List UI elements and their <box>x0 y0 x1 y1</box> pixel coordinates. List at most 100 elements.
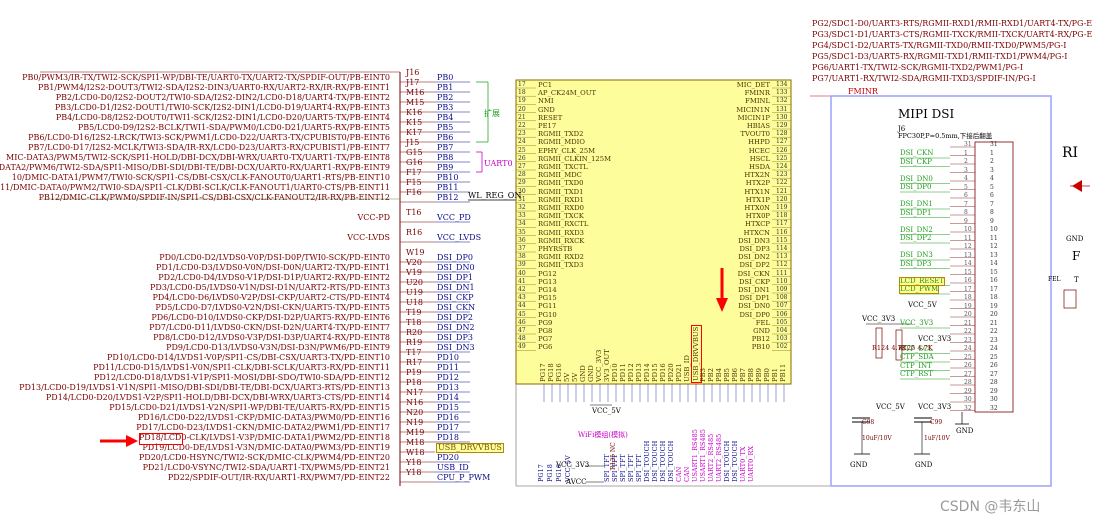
fpc-net-label: CTP_SDA <box>900 353 934 361</box>
module-pin-name: HTX1N <box>744 187 770 196</box>
schematic-canvas: PB0/PWM3/IR-TX/TWI2-SCK/SPI1-WP/DBI-TE/U… <box>0 0 1100 526</box>
fpc-pin-number-left: 1 <box>964 149 968 157</box>
net-label-pb8: PB8 <box>437 153 454 162</box>
r124-body <box>875 327 883 359</box>
module-bottom-pin-name: PD20 <box>667 363 675 382</box>
mcu-pin-function-label: VCC-LVDS <box>347 233 390 242</box>
mcu-pin-function-label: PD1/LCD0-D3/LVDS0-V0N/DSI-D0N/UART2-TX/P… <box>156 263 390 272</box>
left-callout-arrow-head <box>126 435 138 447</box>
fpc-pin-number: 15 <box>990 268 998 276</box>
module-pin-number: 106 <box>776 310 788 318</box>
module-pin-name: PG14 <box>538 286 557 294</box>
net-label-dsi-ckp: DSI_CKP <box>437 293 474 302</box>
mcu-pin-function-label: PD3/LCD0-D5/LVDS0-V1N/DSI-D1N/UART2-RTS/… <box>150 283 390 292</box>
module-bottom-pin-name: GND <box>587 365 595 382</box>
fpc-pin-number-left: 9 <box>964 217 968 225</box>
fpc-pin-number: 18 <box>990 294 998 301</box>
fpc-pin-number: 27 <box>990 370 998 378</box>
net-label-pb6: PB6 <box>437 133 454 142</box>
fpc-net-label: CTP_INT <box>900 361 932 370</box>
module-bottom-pin-name: PB8 <box>747 368 755 382</box>
module-bottom-pin-name: USB_ID <box>683 355 691 382</box>
net-label-pd13: PD13 <box>437 383 459 392</box>
fpc-net-label: LCD_RESET <box>898 276 946 286</box>
module-pin-name: HTXCP <box>745 220 770 229</box>
mcu-ball-number: Y18 <box>406 458 422 467</box>
fpc-pin-number-left: 27 <box>964 370 972 378</box>
avcc-label: AVCC <box>566 478 587 486</box>
module-pin-number: 112 <box>776 261 788 269</box>
module-bottom-pin-name: PB7 <box>739 368 747 382</box>
module-pin-number: 123 <box>776 171 788 179</box>
module-net-label: DSI_TOUCH <box>723 440 731 482</box>
module-pin-number: 36 <box>518 236 526 244</box>
fpc-net-label: DSI_DN2 <box>900 225 933 234</box>
module-pin-number: 31 <box>518 195 526 203</box>
fpc-pin-number-left: 5 <box>964 183 968 191</box>
fpc-pin-number-left: 24 <box>964 345 972 352</box>
mcu-pin-function-label: PD17/LCD0-D23/LVDS1-CKN/DMIC-DATA2/PWM1/… <box>136 423 390 432</box>
mipi-dsi-title: MIPI DSI <box>898 107 955 121</box>
module-bottom-pin-name: PB11 <box>779 363 787 382</box>
fpc-pin-number: 24 <box>990 345 998 352</box>
module-pin-name: RGMII_MDIO <box>538 138 585 147</box>
module-pin-name: HTXCN <box>743 228 770 237</box>
mcu-ball-number: M16 <box>406 88 425 97</box>
module-pin-number: 108 <box>776 294 788 302</box>
mcu-ball-number: K15 <box>406 118 423 127</box>
fpc-net-label: DSI_DN0 <box>900 174 933 183</box>
vcc-5v-label: VCC_5V <box>592 407 621 415</box>
module-pin-name: RGMII_RXD0 <box>538 204 585 212</box>
fpc-pin-number: 2 <box>990 158 994 165</box>
mcu-ball-number: T18 <box>406 318 422 327</box>
module-pin-number: 30 <box>518 187 526 195</box>
c98-gnd: GND <box>850 461 868 469</box>
module-pin-name: HTX0P <box>745 212 770 221</box>
module-pin-name: RGMII_TXCK <box>538 212 584 221</box>
c98-value: 10uF/10V <box>862 435 892 442</box>
module-pin-number: 17 <box>518 81 526 88</box>
module-pin-number: 41 <box>518 277 526 285</box>
fpc-pin-number: 30 <box>990 396 998 403</box>
module-pin-name: GND <box>753 327 770 335</box>
cap-vcc5v-label: VCC_5V <box>876 403 905 411</box>
fpc-pin-number-left: 29 <box>964 387 972 395</box>
module-bottom-pin-name: PD10 <box>611 363 619 382</box>
module-bottom-pin-name: PD15 <box>651 363 659 382</box>
net-label-vcc-lvds: VCC_LVDS <box>437 233 482 242</box>
module-net-label: DSI_TOUCH <box>667 440 675 482</box>
net-label-pd15: PD15 <box>437 403 459 412</box>
fpc-net-label: VCC_3V3 <box>900 319 934 327</box>
module-pin-name: RGMII_TXD3 <box>538 261 584 270</box>
fpc-pin-number: 21 <box>990 319 998 327</box>
module-net-label: PG17 <box>537 464 545 482</box>
mcu-ball-number: N20 <box>406 408 424 417</box>
mcu-pin-function-label: PD13/LCD0-D19/LVDS1-V1N/SPI1-MISO/DBI-SD… <box>19 383 390 392</box>
far-right-fel: FEL <box>1048 276 1061 283</box>
module-bottom-pin-name: 5V <box>563 372 571 382</box>
fpc-pin-number: 23 <box>990 336 998 344</box>
cap-vcc3v3-label: VCC_3V3 <box>918 403 952 411</box>
fpc-pin-number: 14 <box>990 260 998 267</box>
module-pin-name: PG11 <box>538 302 557 311</box>
module-pin-name: PG7 <box>538 335 553 344</box>
fpc-pin-number-left: 16 <box>964 277 972 284</box>
module-bottom-pin-name: GND <box>579 365 587 382</box>
module-pin-name: AP_CK24M_OUT <box>538 89 596 98</box>
mcu-pin-function-label: PB12/DMIC-CLK/PWM0/SPDIF-IN/SPI1-CS/DBI-… <box>38 193 390 202</box>
module-bottom-pin-name: PG18 <box>547 363 555 382</box>
module-net-label: UART0_TX <box>739 446 747 482</box>
fpc-pin-number-left: 23 <box>964 336 972 344</box>
module-pin-name: RGMII_RXD3 <box>538 228 585 237</box>
vcc-3v3-label: VCC_3V3 <box>556 461 590 469</box>
module-pin-name: NMI <box>538 97 554 106</box>
module-pin-name: RESET <box>538 113 563 122</box>
module-pin-number: 116 <box>776 228 788 236</box>
fpc-pin-number-left: 12 <box>964 243 972 250</box>
net-label-pd14: PD14 <box>437 393 459 402</box>
module-bottom-pin-name: PB2 <box>707 368 715 382</box>
fpc-net-label: DSI_DN3 <box>900 251 933 259</box>
net-label-pb3: PB3 <box>437 103 454 112</box>
mcu-pin-function-label: PD2/LCD0-D4/LVDS0-V1P/DSI-D1P/UART2-RX/P… <box>158 273 390 282</box>
fpc-pin-number: 29 <box>990 387 998 395</box>
